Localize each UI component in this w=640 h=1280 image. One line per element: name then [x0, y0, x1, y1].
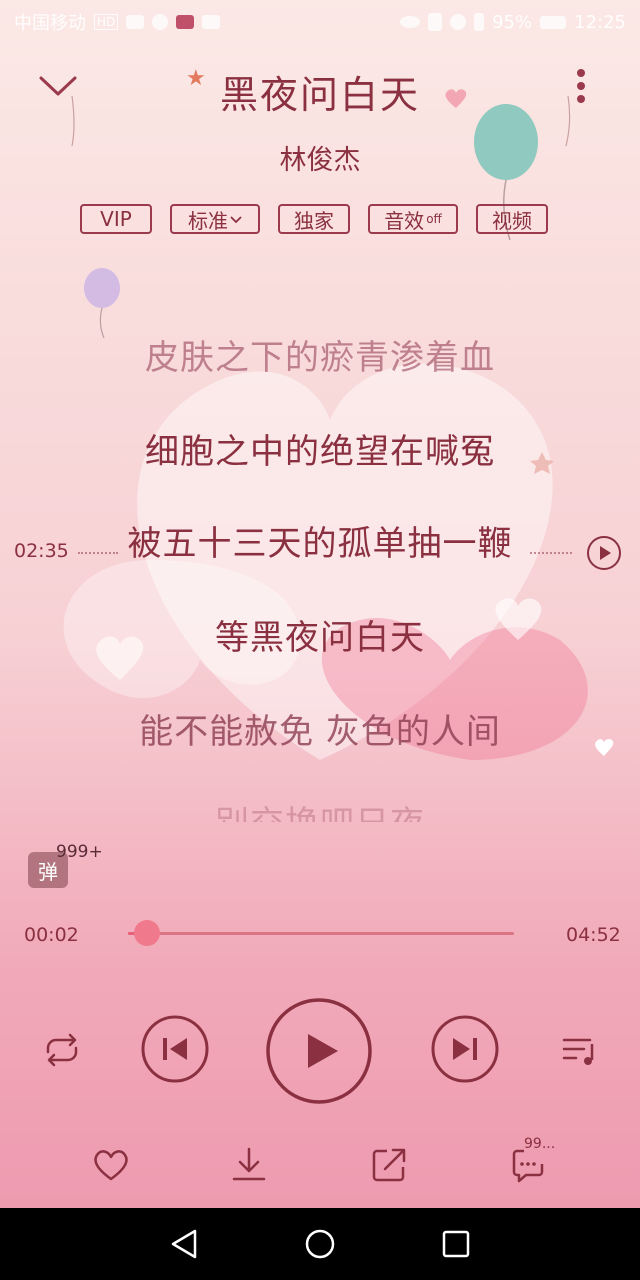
- play-button[interactable]: [264, 996, 374, 1106]
- recents-square-icon: [442, 1230, 470, 1258]
- tag-row: VIP 标准 独家 音效 off 视频: [80, 204, 548, 234]
- lyric-line: 等黑夜问白天: [215, 618, 425, 658]
- previous-button[interactable]: [140, 1014, 210, 1084]
- nav-back-button[interactable]: [164, 1224, 204, 1264]
- sound-effect-label: 音效: [384, 208, 425, 233]
- exclusive-label: 独家: [294, 208, 334, 233]
- vip-label: VIP: [100, 207, 132, 231]
- danmu-count: 999+: [56, 842, 103, 862]
- download-button[interactable]: [226, 1142, 272, 1188]
- play-circle-icon: [587, 536, 621, 570]
- download-icon: [232, 1147, 266, 1181]
- video-button[interactable]: 视频: [476, 204, 548, 234]
- heart-icon: [94, 1150, 128, 1181]
- quality-selector[interactable]: 标准: [170, 204, 260, 234]
- lyric-line: 皮肤之下的瘀青渗着血: [145, 338, 495, 378]
- battery-label: 95%: [492, 11, 533, 33]
- favorite-button[interactable]: [88, 1142, 134, 1188]
- alarm-icon: [152, 14, 169, 30]
- sound-effect-state: off: [426, 212, 442, 226]
- lyric-seek-time: 02:35: [14, 540, 69, 562]
- lyric-line: 别交换吧日夜: [0, 796, 640, 822]
- song-title: 黑夜问白天: [219, 73, 420, 117]
- share-icon: [372, 1148, 406, 1182]
- seek-dotted-line-right: [530, 552, 572, 554]
- network-label: HD: [94, 14, 119, 30]
- artist-name[interactable]: 林俊杰: [0, 138, 640, 177]
- total-time: 04:52: [566, 924, 621, 946]
- back-triangle-icon: [171, 1229, 197, 1259]
- skip-next-icon: [431, 1015, 499, 1083]
- current-time: 00:02: [24, 924, 79, 946]
- quality-label: 标准: [188, 208, 228, 233]
- bottom-actions: 99...: [0, 1136, 640, 1194]
- nav-home-button[interactable]: [300, 1224, 340, 1264]
- lyric-line-current: 被五十三天的孤单抽一鞭: [127, 524, 513, 564]
- vibrate-icon: [474, 13, 485, 31]
- repeat-mode-button[interactable]: [36, 1028, 88, 1072]
- status-left: 中国移动 HD: [14, 9, 221, 35]
- playlist-button[interactable]: [556, 1028, 604, 1072]
- chevron-down-icon: [230, 216, 242, 224]
- lyric-line: 细胞之中的绝望在喊冤: [145, 432, 495, 472]
- comments-button[interactable]: 99...: [506, 1136, 562, 1190]
- app-notification-icon: [176, 15, 195, 29]
- video-label: 视频: [492, 208, 532, 233]
- seek-dotted-line-left: [78, 552, 118, 554]
- playlist-icon: [562, 1038, 594, 1065]
- status-right: 95% 12:25: [400, 12, 626, 33]
- playback-controls: [0, 990, 640, 1110]
- skip-previous-icon: [141, 1015, 209, 1083]
- more-vertical-icon: [577, 69, 585, 103]
- comment-icon: [512, 1149, 544, 1183]
- progress-knob[interactable]: [134, 920, 161, 946]
- battery-icon: [540, 15, 567, 29]
- share-button[interactable]: [366, 1142, 412, 1188]
- nfc-icon: [428, 13, 443, 31]
- vip-tag[interactable]: VIP: [80, 204, 152, 234]
- progress-bar[interactable]: [128, 920, 514, 946]
- status-bar: 中国移动 HD 95% 12:25: [0, 0, 640, 44]
- next-button[interactable]: [430, 1014, 500, 1084]
- more-button[interactable]: [566, 66, 596, 106]
- eye-icon: [400, 16, 421, 28]
- system-nav-bar: [0, 1208, 640, 1280]
- repeat-icon: [46, 1033, 78, 1067]
- carrier-label: 中国移动: [14, 13, 86, 34]
- comments-count: 99...: [524, 1136, 556, 1152]
- clock-label: 12:25: [574, 11, 626, 33]
- home-circle-icon: [305, 1229, 335, 1259]
- sound-effect-button[interactable]: 音效 off: [368, 204, 458, 234]
- play-icon: [266, 998, 372, 1104]
- lyric-line: 能不能赦免 灰色的人间: [139, 712, 501, 752]
- message-icon: [202, 15, 221, 29]
- mute-icon: [450, 14, 467, 30]
- exclusive-tag[interactable]: 独家: [278, 204, 350, 234]
- nav-recents-button[interactable]: [436, 1224, 476, 1264]
- danmu-label: 弹: [38, 859, 58, 884]
- play-from-lyric-button[interactable]: [586, 535, 622, 571]
- signal-icon: [126, 15, 145, 29]
